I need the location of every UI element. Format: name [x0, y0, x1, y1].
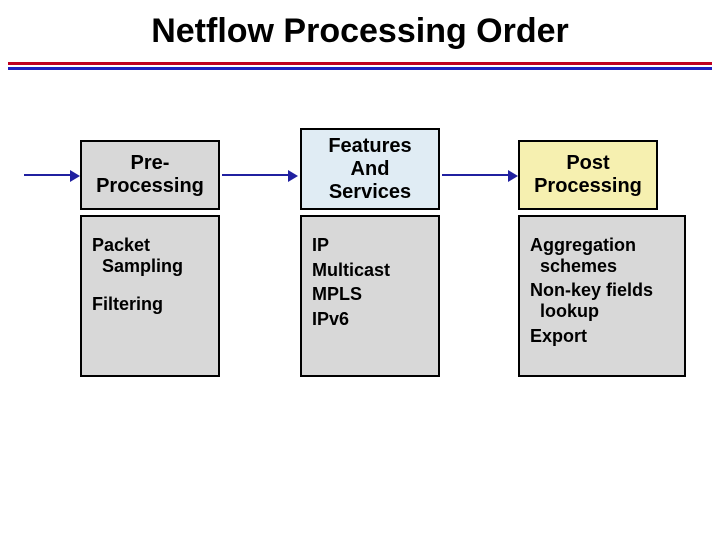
arrow-into-pre	[24, 170, 80, 180]
details-pre: Packet Sampling Filtering	[80, 215, 220, 377]
detail-filtering: Filtering	[92, 294, 208, 315]
stage-pre-line2: Processing	[96, 175, 204, 198]
arrow-pre-to-feat	[222, 170, 298, 180]
stage-feat-line3: Services	[329, 181, 411, 204]
detail-export: Export	[530, 326, 674, 347]
detail-text: lookup	[530, 301, 674, 322]
stage-pre-line1: Pre-	[131, 152, 170, 175]
stage-pre-processing: Pre- Processing	[80, 140, 220, 210]
stage-post-line2: Processing	[534, 175, 642, 198]
detail-aggregation: Aggregation schemes	[530, 235, 674, 276]
detail-text: Packet	[92, 235, 208, 256]
detail-nonkey: Non-key fields lookup	[530, 280, 674, 321]
stage-post-line1: Post	[566, 152, 609, 175]
details-post: Aggregation schemes Non-key fields looku…	[518, 215, 686, 377]
detail-text: Non-key fields	[530, 280, 674, 301]
stage-feat-line1: Features	[328, 135, 411, 158]
stage-post-processing: Post Processing	[518, 140, 658, 210]
stage-feat-line2: And	[351, 158, 390, 181]
arrow-feat-to-post	[442, 170, 518, 180]
detail-mpls: MPLS	[312, 284, 428, 305]
detail-text: Sampling	[92, 256, 208, 277]
details-features: IP Multicast MPLS IPv6	[300, 215, 440, 377]
page-title: Netflow Processing Order	[0, 12, 720, 51]
divider-blue	[8, 67, 712, 70]
spacer	[92, 280, 208, 294]
stage-features-services: Features And Services	[300, 128, 440, 210]
divider-red	[8, 62, 712, 65]
detail-ip: IP	[312, 235, 428, 256]
detail-text: Aggregation	[530, 235, 674, 256]
detail-multicast: Multicast	[312, 260, 428, 281]
detail-packet-sampling: Packet Sampling	[92, 235, 208, 276]
detail-ipv6: IPv6	[312, 309, 428, 330]
detail-text: schemes	[530, 256, 674, 277]
